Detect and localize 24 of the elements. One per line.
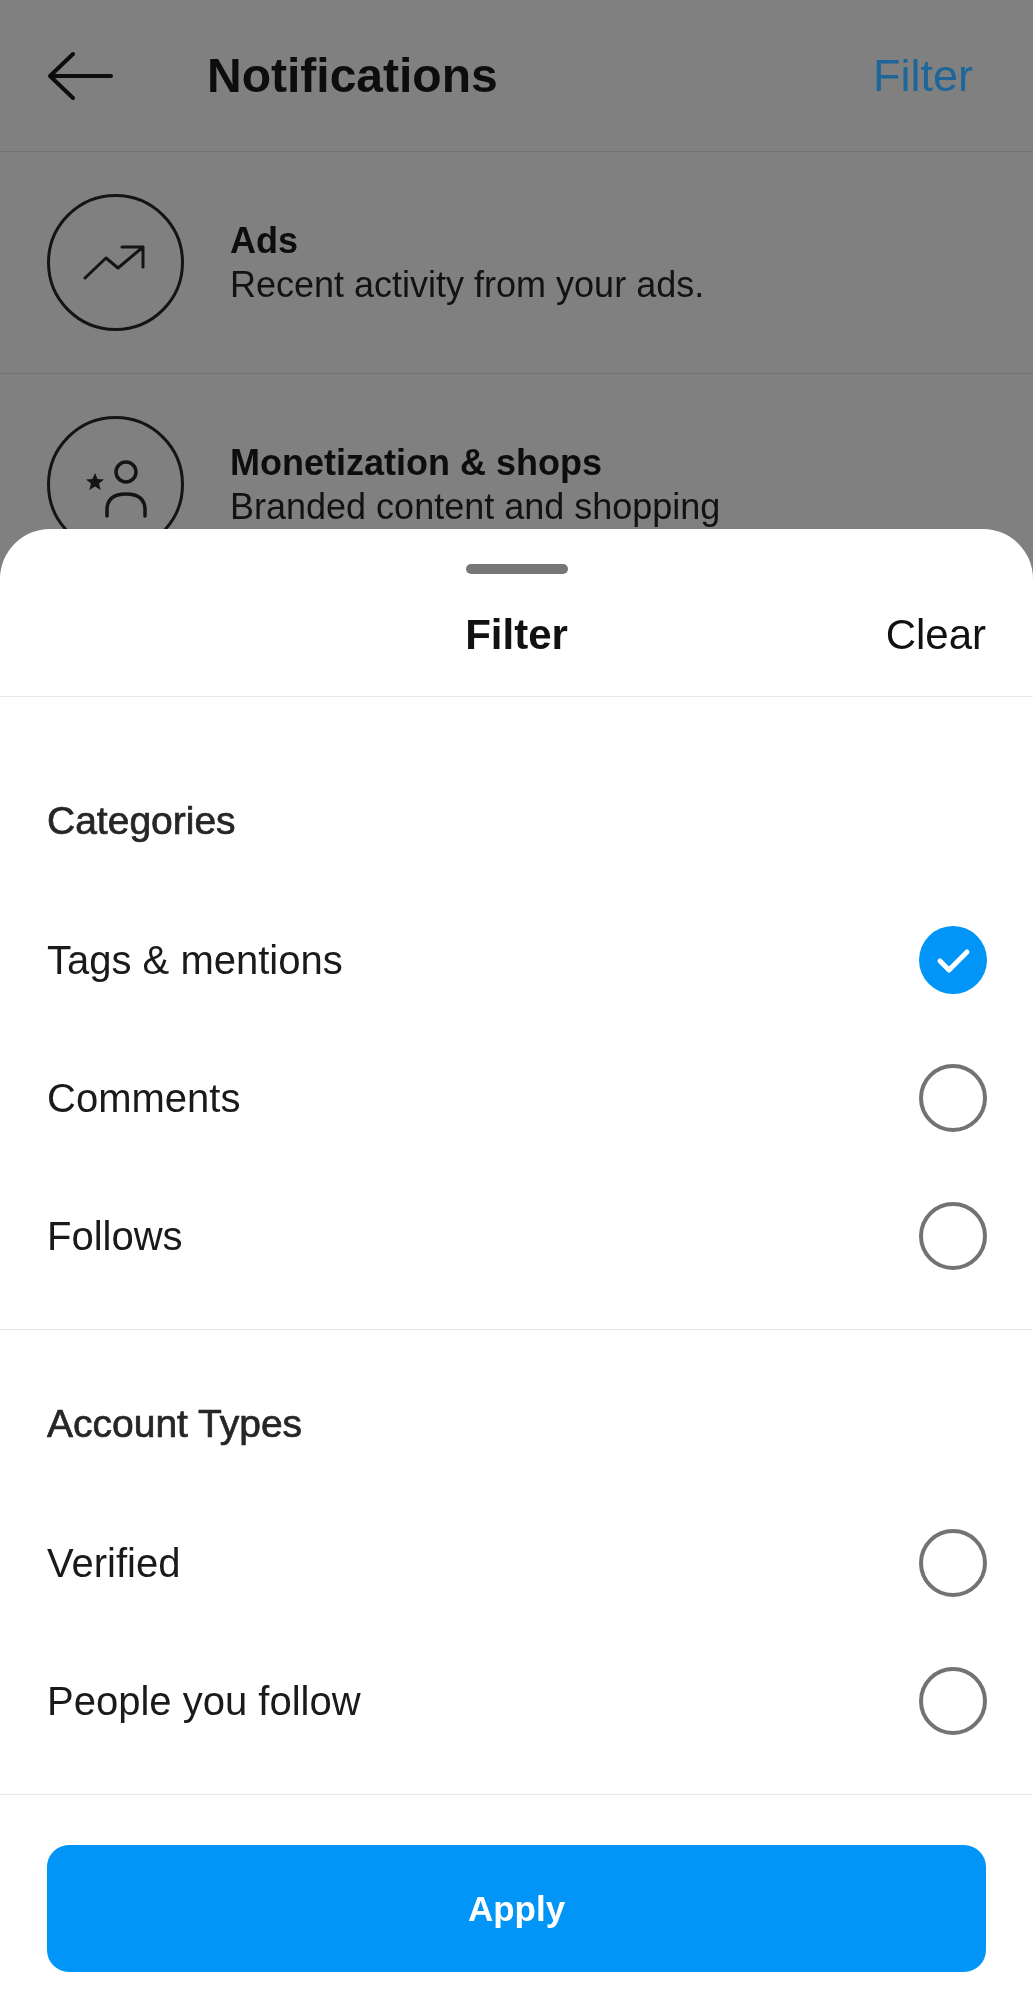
category-description: Branded content and shopping — [230, 487, 721, 527]
option-label: Comments — [47, 1075, 241, 1121]
section-heading: Categories — [47, 799, 236, 843]
checkbox[interactable] — [918, 1528, 988, 1598]
apply-button[interactable]: Apply — [47, 1845, 986, 1972]
sheet-title: Filter — [465, 611, 568, 659]
trend-chart-icon — [47, 194, 184, 331]
checkbox[interactable] — [918, 925, 988, 995]
option-label: Tags & mentions — [47, 937, 343, 983]
category-title[interactable]: Monetization & shops — [230, 442, 602, 484]
drag-handle[interactable] — [465, 564, 568, 574]
checkbox[interactable] — [918, 1063, 988, 1133]
category-title[interactable]: Ads — [230, 220, 298, 262]
option-label: Follows — [47, 1213, 183, 1259]
category-description: Recent activity from your ads. — [230, 265, 705, 305]
page-title: Notifications — [207, 48, 498, 103]
section-heading: Account Types — [47, 1402, 303, 1446]
checkbox[interactable] — [918, 1201, 988, 1271]
person-star-icon — [47, 416, 184, 529]
option-label: Verified — [47, 1540, 181, 1586]
checkbox[interactable] — [918, 1666, 988, 1736]
back-arrow-icon[interactable] — [47, 50, 113, 101]
option-label: People you follow — [47, 1678, 361, 1724]
clear-button[interactable]: Clear — [885, 611, 986, 659]
